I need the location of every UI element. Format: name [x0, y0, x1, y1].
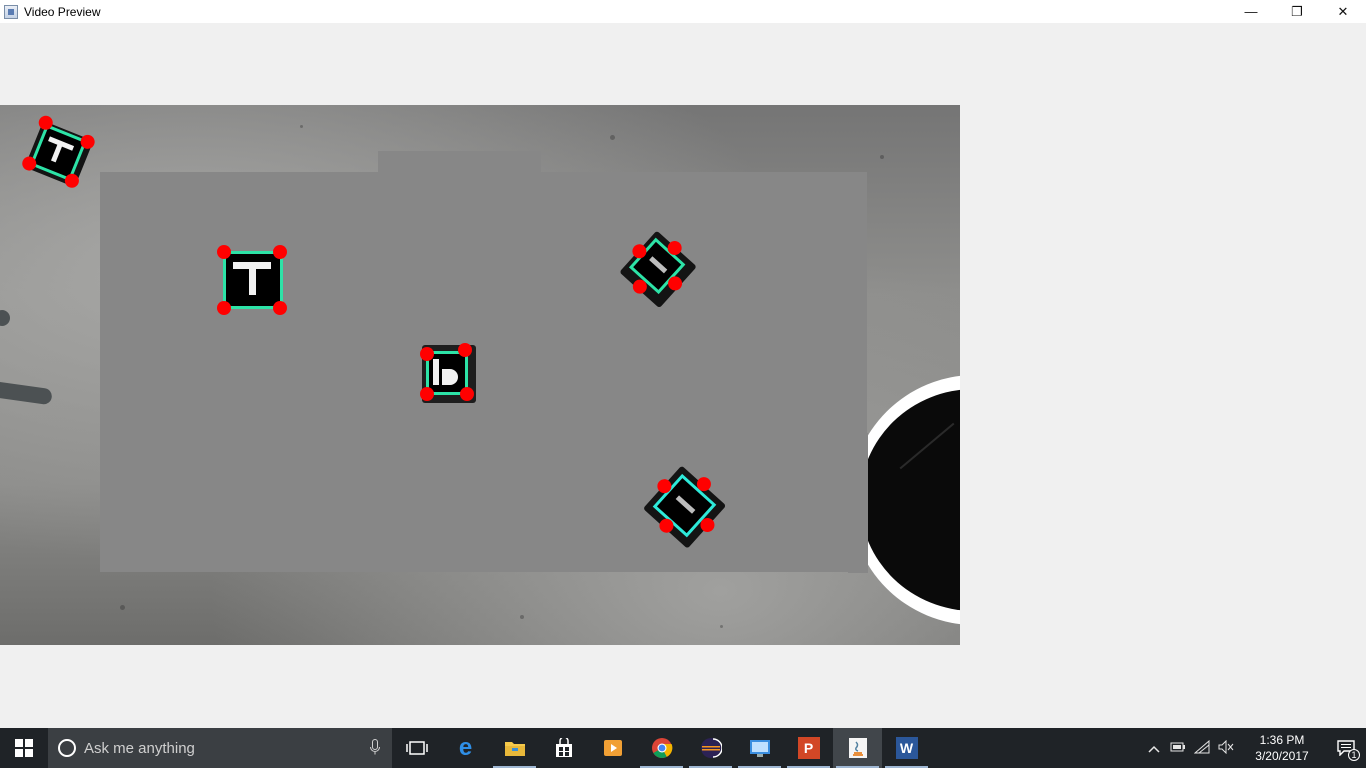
store-button[interactable] — [539, 728, 588, 768]
search-box[interactable]: Ask me anything — [48, 728, 392, 768]
java-icon — [848, 738, 867, 758]
remote-desktop-button[interactable] — [735, 728, 784, 768]
eclipse-button[interactable] — [686, 728, 735, 768]
marker-center — [418, 343, 478, 405]
store-icon — [555, 738, 572, 757]
media-player-icon — [603, 740, 622, 756]
chrome-icon — [651, 738, 672, 758]
powerpoint-button[interactable]: P — [784, 728, 833, 768]
start-button[interactable] — [0, 728, 48, 768]
edge-icon: e — [458, 734, 473, 761]
wifi-icon[interactable] — [1190, 739, 1214, 757]
cortana-icon — [58, 739, 76, 757]
title-bar: Video Preview — ❐ ✕ — [0, 0, 1366, 23]
minimize-button[interactable]: — — [1228, 0, 1274, 23]
word-icon: W — [895, 737, 918, 759]
windows-logo-icon — [15, 739, 33, 757]
restore-button[interactable]: ❐ — [1274, 0, 1320, 23]
chair-leg-shape — [0, 380, 53, 406]
media-player-button[interactable] — [588, 728, 637, 768]
marker-top-left-corner — [16, 111, 102, 197]
speaker-muted-icon[interactable] — [1214, 739, 1238, 757]
window-controls: — ❐ ✕ — [1228, 0, 1366, 23]
system-tray: 1:36 PM 3/20/2017 1 — [1142, 728, 1366, 768]
folder-icon — [504, 742, 525, 756]
masked-region-top — [378, 151, 541, 173]
video-preview — [0, 105, 960, 645]
battery-icon[interactable] — [1166, 741, 1190, 756]
powerpoint-icon: P — [797, 737, 820, 759]
eclipse-icon — [700, 738, 722, 758]
clock-time: 1:36 PM — [1259, 733, 1305, 747]
java-app-icon — [4, 4, 18, 19]
clock-date: 3/20/2017 — [1255, 749, 1309, 763]
microphone-icon[interactable] — [370, 738, 380, 758]
close-button[interactable]: ✕ — [1320, 0, 1366, 23]
taskbar: Ask me anything e P W 1:36 PM 3/20/2017 … — [0, 728, 1366, 768]
remote-desktop-icon — [749, 740, 770, 757]
clock[interactable]: 1:36 PM 3/20/2017 — [1246, 732, 1318, 764]
task-view-button[interactable] — [392, 728, 441, 768]
search-placeholder: Ask me anything — [84, 739, 195, 757]
chair-wheel-shape — [0, 310, 10, 326]
marker-t-shape — [217, 245, 289, 315]
notification-count-badge: 1 — [1348, 749, 1360, 761]
word-button[interactable]: W — [882, 728, 931, 768]
chrome-button[interactable] — [637, 728, 686, 768]
task-view-icon — [405, 741, 428, 755]
action-center-button[interactable]: 1 — [1326, 728, 1366, 768]
java-button[interactable] — [833, 728, 882, 768]
masked-region-right — [848, 433, 868, 573]
chevron-up-icon[interactable] — [1142, 741, 1166, 756]
window-title: Video Preview — [24, 4, 101, 19]
edge-button[interactable]: e — [441, 728, 490, 768]
masked-region — [100, 172, 867, 572]
file-explorer-button[interactable] — [490, 728, 539, 768]
